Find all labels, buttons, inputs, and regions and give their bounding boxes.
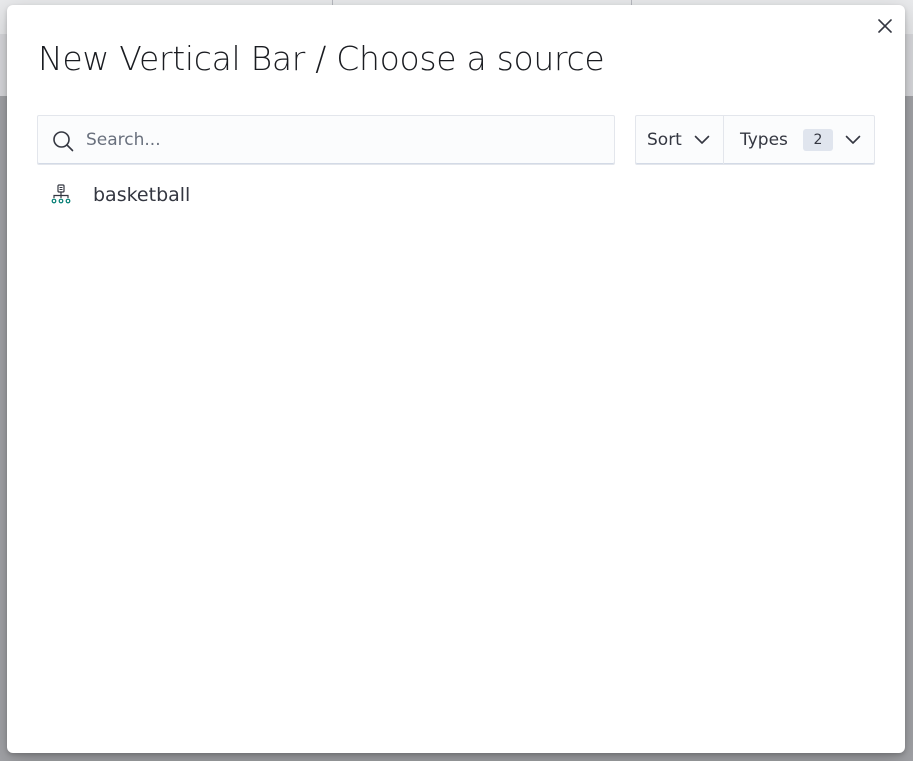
source-list: basketball [51,181,871,209]
types-label: Types [740,130,788,150]
index-pattern-icon [51,184,71,204]
choose-source-modal: New Vertical Bar / Choose a source Sort … [7,5,905,753]
chevron-down-icon [845,135,861,144]
filter-group: Sort Types 2 [635,115,875,165]
list-item[interactable]: basketball [51,181,871,209]
search-input[interactable] [86,116,606,164]
sort-label: Sort [647,130,682,150]
search-icon [53,131,74,152]
chevron-down-icon [694,135,710,144]
modal-title: New Vertical Bar / Choose a source [38,39,605,78]
close-button[interactable] [875,16,895,36]
types-count-badge: 2 [802,129,833,151]
close-icon [878,19,892,33]
list-item-label: basketball [93,184,191,206]
search-field[interactable] [37,115,615,165]
types-filter-button[interactable]: Types 2 [724,116,874,164]
sort-button[interactable]: Sort [636,116,724,164]
